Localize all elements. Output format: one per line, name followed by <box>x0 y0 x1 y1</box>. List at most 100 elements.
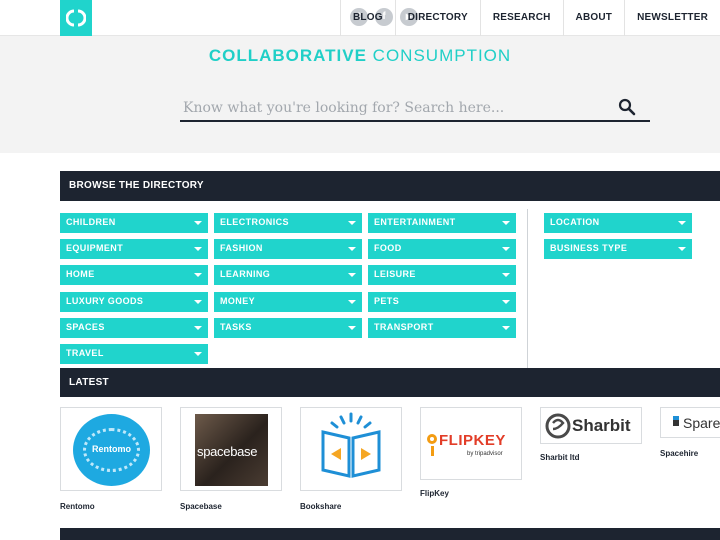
flipkey-logo: FLIPKEY by tripadvisor <box>427 432 517 462</box>
directory-body: CHILDREN ELECTRONICS ENTERTAINMENT EQUIP… <box>60 201 720 369</box>
category-dropdown[interactable]: TASKS <box>214 318 362 338</box>
category-dropdown[interactable]: FOOD <box>368 239 516 259</box>
search-input[interactable] <box>180 96 610 120</box>
category-label: TRANSPORT <box>374 322 434 332</box>
category-label: LEARNING <box>220 269 271 279</box>
category-dropdown[interactable]: LEARNING <box>214 265 362 285</box>
category-dropdown[interactable]: CHILDREN <box>60 213 208 233</box>
chevron-down-icon <box>502 273 510 277</box>
rentomo-logo: Rentomo <box>73 414 150 486</box>
chevron-down-icon <box>348 247 356 251</box>
flipkey-logo-text: FLIPKEY <box>439 432 506 449</box>
bookshare-logo <box>321 412 381 478</box>
chevron-down-icon <box>678 247 686 251</box>
key-icon-stem <box>431 446 434 456</box>
sharbit-logo-text: Sharbit <box>572 416 631 435</box>
category-label: ENTERTAINMENT <box>374 217 456 227</box>
category-label: FASHION <box>220 243 263 253</box>
key-icon <box>427 434 437 444</box>
listing-card-rentomo[interactable]: Rentomo <box>60 407 162 491</box>
hero-section: COLLABORATIVE CONSUMPTION <box>0 36 720 153</box>
listing-name[interactable]: FlipKey <box>420 489 449 498</box>
chevron-down-icon <box>194 247 202 251</box>
chevron-down-icon <box>502 221 510 225</box>
search-bar <box>180 96 650 122</box>
category-label: TASKS <box>220 322 252 332</box>
category-dropdown[interactable]: ELECTRONICS <box>214 213 362 233</box>
category-label: TRAVEL <box>66 348 104 358</box>
logo-icon <box>66 9 86 27</box>
category-label: LUXURY GOODS <box>66 296 144 306</box>
chevron-down-icon <box>194 273 202 277</box>
chevron-down-icon <box>348 273 356 277</box>
listing-name[interactable]: Bookshare <box>300 502 341 511</box>
listing-name[interactable]: Spacehire <box>660 449 698 458</box>
chevron-down-icon <box>502 326 510 330</box>
directory-title: BROWSE THE DIRECTORY <box>69 180 204 191</box>
flipkey-logo-sub: by tripadvisor <box>467 451 503 457</box>
nav-directory[interactable]: DIRECTORY <box>394 0 480 36</box>
latest-header: LATEST <box>60 368 720 397</box>
category-dropdown[interactable]: TRANSPORT <box>368 318 516 338</box>
nav-research[interactable]: RESEARCH <box>479 0 563 36</box>
category-dropdown[interactable]: FASHION <box>214 239 362 259</box>
chevron-down-icon <box>194 221 202 225</box>
listing-name[interactable]: Sharbit ltd <box>540 453 580 462</box>
category-dropdown[interactable]: SPACES <box>60 318 208 338</box>
chevron-down-icon <box>502 247 510 251</box>
main-nav: BLOG DIRECTORY RESEARCH ABOUT NEWSLETTER <box>340 0 720 36</box>
sharbit-logo-icon <box>545 413 571 439</box>
category-label: LEISURE <box>374 269 416 279</box>
latest-title: LATEST <box>69 377 109 388</box>
brand-title-light: CONSUMPTION <box>372 46 512 65</box>
category-label: PETS <box>374 296 400 306</box>
brand-title-bold: COLLABORATIVE <box>208 46 367 65</box>
search-button[interactable] <box>618 98 638 118</box>
column-divider <box>527 209 528 369</box>
category-dropdown[interactable]: LEISURE <box>368 265 516 285</box>
category-label: ELECTRONICS <box>220 217 289 227</box>
chevron-down-icon <box>194 352 202 356</box>
brand-title: COLLABORATIVE CONSUMPTION <box>0 46 720 66</box>
nav-about[interactable]: ABOUT <box>562 0 625 36</box>
nav-newsletter[interactable]: NEWSLETTER <box>624 0 720 36</box>
category-dropdown[interactable]: PETS <box>368 292 516 312</box>
search-icon <box>618 98 636 116</box>
filter-label: BUSINESS TYPE <box>550 243 628 253</box>
listing-name[interactable]: Rentomo <box>60 502 95 511</box>
listing-card-spacebase[interactable]: spacebase <box>180 407 282 491</box>
category-dropdown[interactable]: MONEY <box>214 292 362 312</box>
listing-name[interactable]: Spacebase <box>180 502 222 511</box>
category-dropdown[interactable]: LUXURY GOODS <box>60 292 208 312</box>
category-dropdown[interactable]: TRAVEL <box>60 344 208 364</box>
category-label: SPACES <box>66 322 105 332</box>
chevron-down-icon <box>194 326 202 330</box>
listing-card-bookshare[interactable] <box>300 407 402 491</box>
category-label: FOOD <box>374 243 402 253</box>
category-dropdown[interactable]: ENTERTAINMENT <box>368 213 516 233</box>
chevron-down-icon <box>678 221 686 225</box>
listing-card-spacehire[interactable]: Spare <box>660 407 720 438</box>
footer-bar <box>60 528 720 540</box>
listing-card-flipkey[interactable]: FLIPKEY by tripadvisor <box>420 407 522 480</box>
category-label: EQUIPMENT <box>66 243 124 253</box>
spacebase-logo-text: spacebase <box>197 444 258 459</box>
nav-blog[interactable]: BLOG <box>340 0 395 36</box>
spacehire-logo-icon <box>673 420 679 426</box>
location-filter[interactable]: LOCATION <box>544 213 692 233</box>
rentomo-logo-text: Rentomo <box>92 444 131 454</box>
spacebase-logo: spacebase <box>195 414 268 486</box>
category-label: CHILDREN <box>66 217 116 227</box>
chevron-down-icon <box>502 300 510 304</box>
chevron-down-icon <box>194 300 202 304</box>
chevron-down-icon <box>348 300 356 304</box>
category-label: MONEY <box>220 296 256 306</box>
chevron-down-icon <box>348 221 356 225</box>
chevron-down-icon <box>348 326 356 330</box>
category-dropdown[interactable]: HOME <box>60 265 208 285</box>
category-dropdown[interactable]: EQUIPMENT <box>60 239 208 259</box>
business-type-filter[interactable]: BUSINESS TYPE <box>544 239 692 259</box>
spacehire-logo-text: Spare <box>683 415 720 431</box>
listing-card-sharbit[interactable]: Sharbit <box>540 407 642 444</box>
top-navbar: t f ▶ BLOG DIRECTORY RESEARCH ABOUT NEWS… <box>0 0 720 50</box>
